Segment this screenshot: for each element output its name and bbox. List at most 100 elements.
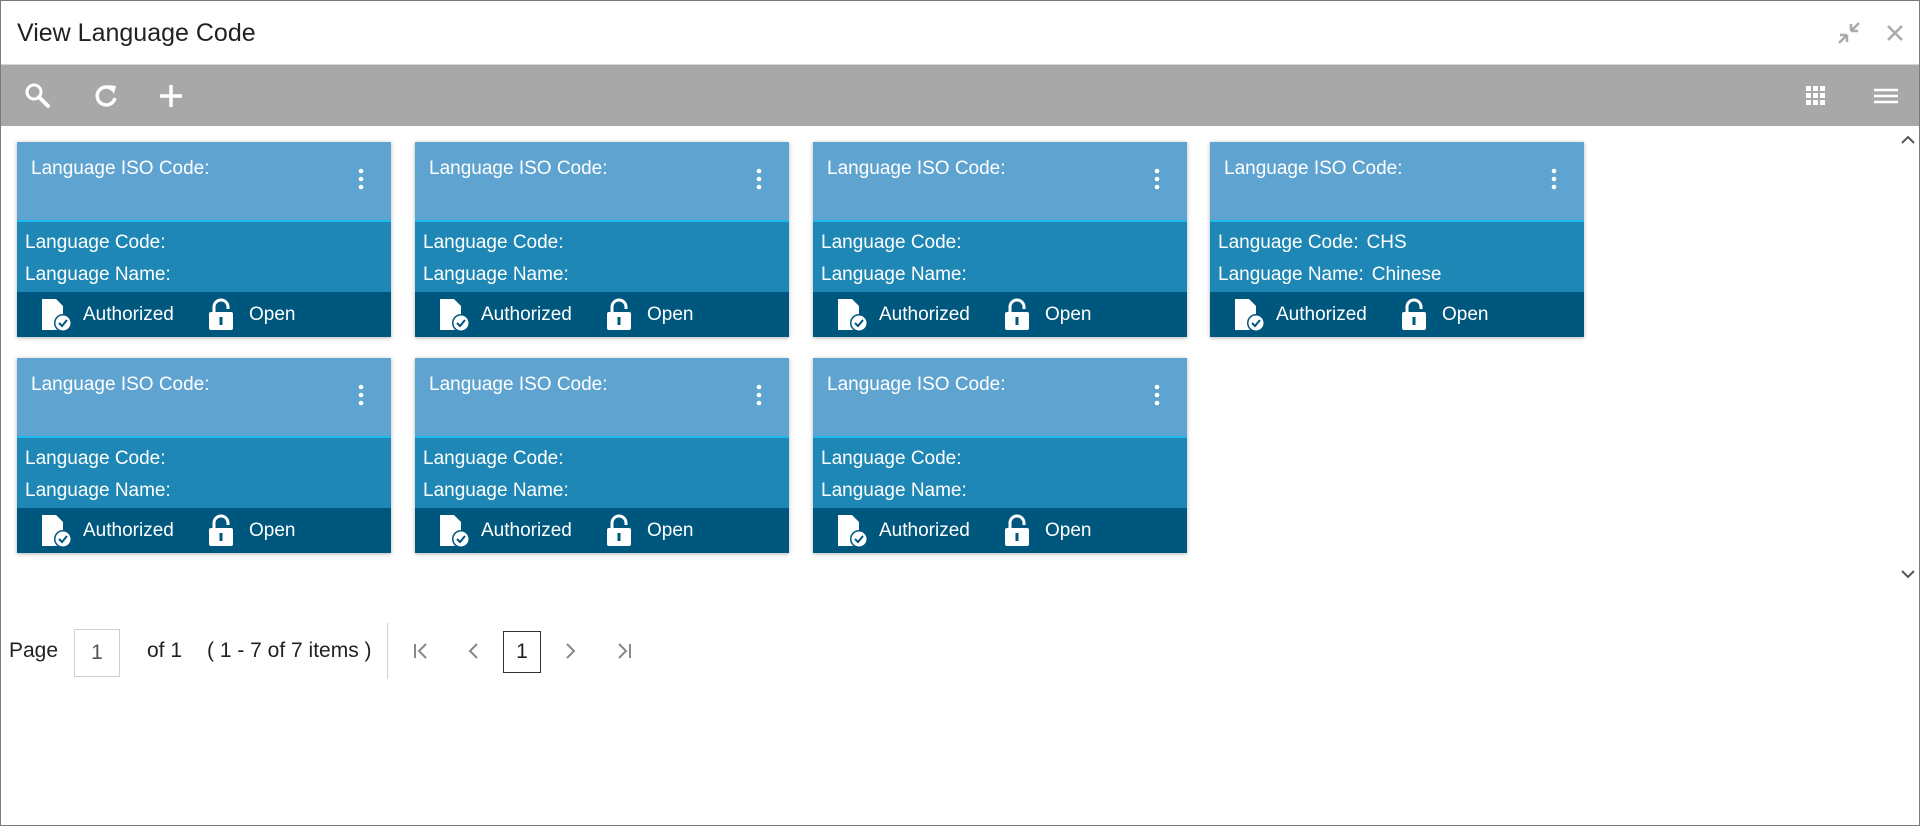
pagination: Page 1 of 1 ( 1 - 7 of 7 items ) 1: [1, 621, 701, 681]
language-card[interactable]: Language ISO Code: Language Code: Language…: [17, 358, 391, 553]
card-body: Language Code: Language Name:: [813, 438, 1187, 508]
language-card[interactable]: Language ISO Code: Language Code: Language…: [415, 142, 789, 337]
kebab-menu-icon[interactable]: [351, 382, 371, 408]
language-card[interactable]: Language ISO Code: Language Code: Language…: [17, 142, 391, 337]
open-label: Open: [1045, 520, 1092, 541]
iso-code-label: Language ISO Code:: [827, 158, 1006, 179]
authorized-status[interactable]: Authorized: [1232, 298, 1367, 332]
authorized-label: Authorized: [1276, 304, 1367, 325]
open-status[interactable]: Open: [603, 298, 693, 332]
language-name-label: Language Name:: [1218, 264, 1364, 285]
language-code-row: Language Code:: [821, 448, 970, 470]
open-label: Open: [1442, 304, 1489, 325]
prev-page-icon[interactable]: [459, 635, 489, 667]
kebab-menu-icon[interactable]: [351, 166, 371, 192]
authorized-doc-icon: [1235, 299, 1265, 332]
window-frame: View Language Code Language ISO Code: Lan…: [0, 0, 1920, 826]
card-body: Language Code: Language Name:: [17, 222, 391, 292]
iso-code-label: Language ISO Code:: [31, 374, 210, 395]
card-header: Language ISO Code:: [17, 358, 391, 438]
authorized-status[interactable]: Authorized: [39, 298, 174, 332]
list-view-icon[interactable]: [1869, 79, 1903, 113]
refresh-icon[interactable]: [89, 79, 123, 113]
language-card[interactable]: Language ISO Code: Language Code: Language…: [415, 358, 789, 553]
title-bar: View Language Code: [1, 1, 1919, 65]
language-name-row: Language Name:: [25, 264, 179, 286]
close-icon[interactable]: [1881, 19, 1909, 47]
kebab-menu-icon[interactable]: [1544, 166, 1564, 192]
last-page-icon[interactable]: [610, 635, 640, 667]
grid-view-icon[interactable]: [1799, 79, 1833, 113]
page-label: Page: [9, 639, 59, 662]
authorized-status[interactable]: Authorized: [835, 298, 970, 332]
language-code-row: Language Code:: [821, 232, 970, 254]
card-body: Language Code: Language Name:: [813, 222, 1187, 292]
page-total-label: of 1: [147, 639, 183, 662]
open-label: Open: [647, 520, 694, 541]
kebab-menu-icon[interactable]: [1147, 166, 1167, 192]
authorized-status[interactable]: Authorized: [437, 298, 572, 332]
card-footer: Authorized Open: [17, 508, 391, 553]
language-name-row: Language Name:: [821, 480, 975, 502]
open-status[interactable]: Open: [1398, 298, 1488, 332]
card-footer: Authorized Open: [415, 292, 789, 337]
authorized-doc-icon: [42, 515, 72, 548]
language-code-label: Language Code:: [25, 448, 166, 469]
language-name-label: Language Name:: [821, 264, 967, 285]
authorized-doc-icon: [440, 299, 470, 332]
open-status[interactable]: Open: [1001, 514, 1091, 548]
language-name-label: Language Name:: [423, 480, 569, 501]
authorized-label: Authorized: [83, 304, 174, 325]
add-icon[interactable]: [154, 79, 188, 113]
authorized-doc-icon: [440, 515, 470, 548]
search-icon[interactable]: [21, 79, 55, 113]
card-header: Language ISO Code:: [813, 358, 1187, 438]
first-page-icon[interactable]: [405, 635, 435, 667]
authorized-status[interactable]: Authorized: [437, 514, 572, 548]
iso-code-label: Language ISO Code:: [429, 374, 608, 395]
language-card[interactable]: Language ISO Code: Language Code: CHS Langu…: [1210, 142, 1584, 337]
language-code-label: Language Code:: [25, 232, 166, 253]
language-card[interactable]: Language ISO Code: Language Code: Language…: [813, 358, 1187, 553]
language-name-value: Chinese: [1371, 264, 1442, 285]
open-label: Open: [249, 304, 296, 325]
card-header: Language ISO Code:: [415, 142, 789, 222]
card-header: Language ISO Code:: [415, 358, 789, 438]
page-number-input[interactable]: 1: [74, 629, 120, 677]
language-name-label: Language Name:: [25, 480, 171, 501]
kebab-menu-icon[interactable]: [749, 166, 769, 192]
current-page-button[interactable]: 1: [503, 631, 541, 673]
language-code-value: CHS: [1366, 232, 1407, 253]
unlocked-icon: [1402, 298, 1426, 330]
language-code-label: Language Code:: [423, 232, 564, 253]
card-footer: Authorized Open: [415, 508, 789, 553]
language-name-row: Language Name:: [423, 480, 577, 502]
authorized-doc-icon: [838, 515, 868, 548]
card-body: Language Code: Language Name:: [17, 438, 391, 508]
language-code-label: Language Code:: [821, 448, 962, 469]
items-count-label: ( 1 - 7 of 7 items ): [207, 639, 372, 662]
card-footer: Authorized Open: [17, 292, 391, 337]
authorized-doc-icon: [838, 299, 868, 332]
language-code-label: Language Code:: [821, 232, 962, 253]
open-status[interactable]: Open: [205, 514, 295, 548]
vertical-scrollbar[interactable]: [1897, 127, 1919, 587]
open-label: Open: [647, 304, 694, 325]
language-card[interactable]: Language ISO Code: Language Code: Language…: [813, 142, 1187, 337]
toolbar: [1, 65, 1919, 126]
authorized-status[interactable]: Authorized: [39, 514, 174, 548]
language-name-row: Language Name:: [25, 480, 179, 502]
open-status[interactable]: Open: [1001, 298, 1091, 332]
open-status[interactable]: Open: [603, 514, 693, 548]
unlocked-icon: [607, 298, 631, 330]
open-status[interactable]: Open: [205, 298, 295, 332]
iso-code-label: Language ISO Code:: [1224, 158, 1403, 179]
iso-code-label: Language ISO Code:: [827, 374, 1006, 395]
open-label: Open: [1045, 304, 1092, 325]
minimize-icon[interactable]: [1835, 19, 1863, 47]
authorized-status[interactable]: Authorized: [835, 514, 970, 548]
kebab-menu-icon[interactable]: [1147, 382, 1167, 408]
kebab-menu-icon[interactable]: [749, 382, 769, 408]
next-page-icon[interactable]: [555, 635, 585, 667]
language-name-label: Language Name:: [821, 480, 967, 501]
